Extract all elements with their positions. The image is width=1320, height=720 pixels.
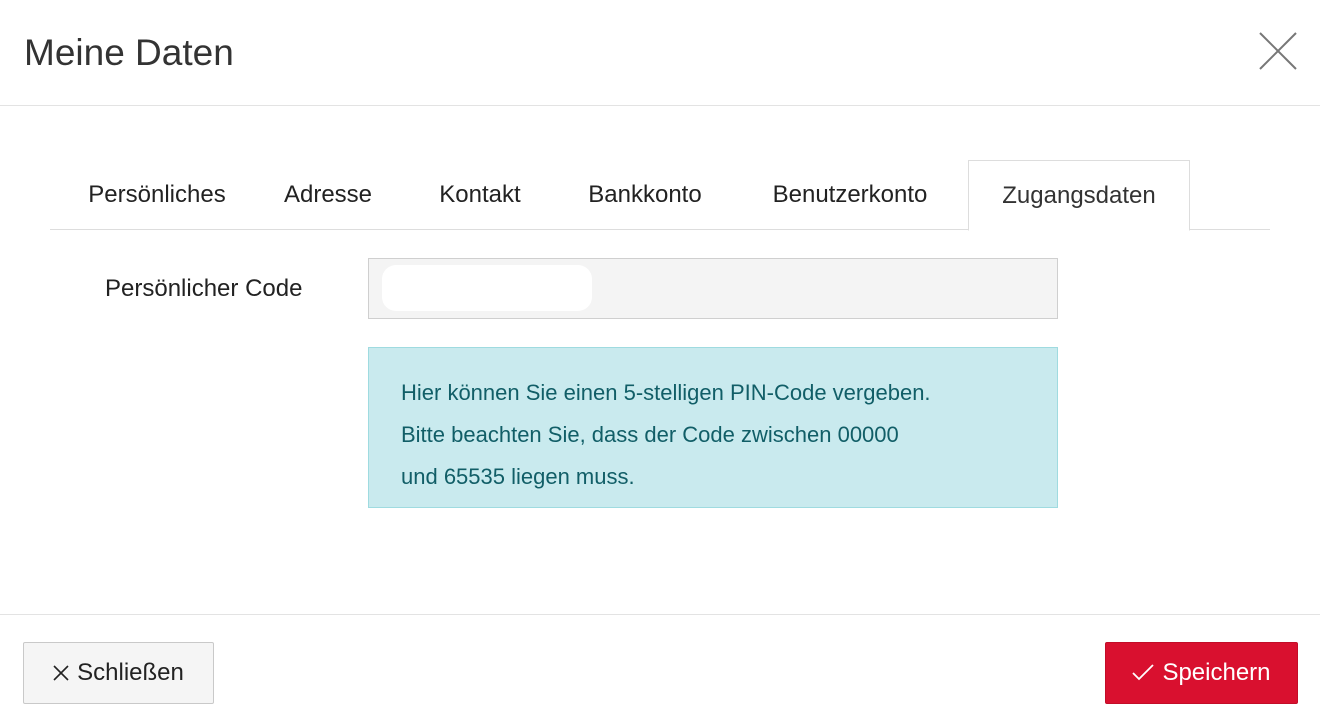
dialog-footer: Schließen Speichern [0,614,1320,720]
tab-zugangsdaten[interactable]: Zugangsdaten [968,160,1190,231]
tab-persoenliches[interactable]: Persönliches [62,160,252,230]
tab-adresse[interactable]: Adresse [272,160,384,230]
save-button[interactable]: Speichern [1105,642,1298,704]
pin-code-label: Persönlicher Code [105,275,303,302]
info-line-1: Hier können Sie einen 5-stelligen PIN-Co… [401,380,931,405]
info-line-3: und 65535 liegen muss. [401,464,635,489]
my-data-dialog: Meine Daten Persönliches Adresse Kontakt… [0,0,1320,720]
close-button-label: Schließen [77,659,184,686]
tab-bar: Persönliches Adresse Kontakt Bankkonto B… [50,160,1270,231]
redacted-value [382,265,592,311]
pin-info-alert: Hier können Sie einen 5-stelligen PIN-Co… [368,347,1058,508]
info-line-2: Bitte beachten Sie, dass der Code zwisch… [401,422,899,447]
checkmark-icon [1132,664,1155,682]
close-icon[interactable] [1258,31,1298,71]
tab-kontakt[interactable]: Kontakt [420,160,540,230]
dialog-header: Meine Daten [0,0,1320,106]
save-button-label: Speichern [1162,659,1271,686]
dialog-title: Meine Daten [24,32,234,73]
tab-benutzerkonto[interactable]: Benutzerkonto [755,160,945,230]
x-icon [53,665,69,681]
tab-bankkonto[interactable]: Bankkonto [575,160,715,230]
close-button[interactable]: Schließen [23,642,214,704]
